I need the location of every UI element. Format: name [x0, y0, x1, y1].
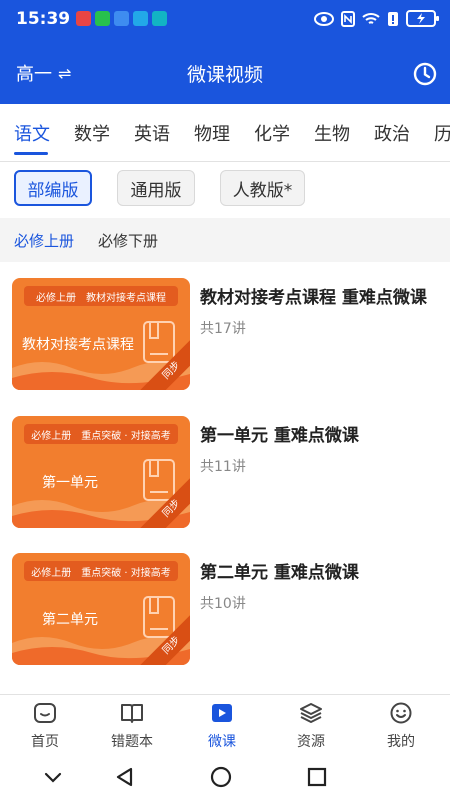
app-notification-icon: [114, 11, 129, 26]
course-title: 第二单元 重难点微课: [200, 563, 359, 583]
nav-label: 资源: [297, 734, 325, 750]
chevron-down-icon[interactable]: [42, 766, 64, 788]
wifi-icon: [362, 12, 380, 24]
edition-tongyong-button[interactable]: 通用版: [117, 170, 195, 206]
thumbnail-tag: 重点突破 · 对接高考: [81, 430, 171, 442]
volume-selector: 必修上册 必修下册: [0, 218, 450, 262]
subject-tabs: 语文 数学 英语 物理 化学 生物 政治 历: [0, 104, 450, 162]
thumbnail-tag: 重点突破 · 对接高考: [81, 567, 171, 579]
nav-label: 错题本: [111, 734, 153, 750]
edition-bubian-button[interactable]: 部编版: [14, 170, 92, 206]
history-clock-icon[interactable]: [412, 61, 438, 87]
lesson-count: 共17讲: [200, 321, 246, 337]
thumbnail-tags: 必修上册 重点突破 · 对接高考: [24, 424, 178, 444]
nav-microlessons[interactable]: 微课: [177, 701, 267, 755]
nav-home[interactable]: 首页: [0, 701, 90, 755]
nfc-icon: [341, 10, 355, 27]
app-notification-icon: [76, 11, 91, 26]
tab-history[interactable]: 历: [434, 120, 450, 146]
course-title: 第一单元 重难点微课: [200, 426, 359, 446]
thumbnail-tag: 必修上册: [36, 292, 76, 304]
recents-square-icon[interactable]: [306, 766, 328, 788]
signal-alert-icon: [388, 11, 398, 26]
page-title: 微课视频: [186, 64, 263, 86]
thumbnail-tag: 教材对接考点课程: [86, 292, 166, 304]
tab-biology[interactable]: 生物: [314, 120, 350, 146]
wechat-notification-icon: [95, 11, 110, 26]
home-icon: [34, 703, 56, 723]
system-icons: [314, 10, 439, 27]
system-navigation-bar: [0, 754, 450, 800]
volume-lower-tab[interactable]: 必修下册: [98, 230, 158, 251]
course-item[interactable]: 必修上册 重点突破 · 对接高考 第一单元 同步 第一单元 重难点微课 共11讲: [0, 416, 450, 548]
layers-icon: [300, 703, 322, 723]
nav-label: 我的: [387, 734, 415, 750]
app-header: 15:39 高一 ⇌ 微课视频: [0, 0, 450, 104]
course-thumbnail: 必修上册 重点突破 · 对接高考 第一单元 同步: [12, 416, 190, 528]
thumbnail-tag: 必修上册: [31, 567, 72, 579]
course-item[interactable]: 必修上册 重点突破 · 对接高考 第二单元 同步 第二单元 重难点微课 共10讲: [0, 553, 450, 685]
search-notification-icon: [152, 11, 167, 26]
tab-chinese[interactable]: 语文: [14, 120, 50, 146]
home-circle-icon[interactable]: [210, 766, 232, 788]
edition-selector: 部编版 通用版 人教版*: [0, 162, 450, 218]
thumbnail-title: 第一单元: [42, 475, 98, 491]
thumbnail-tags: 必修上册 重点突破 · 对接高考: [24, 561, 178, 581]
course-thumbnail: 必修上册 重点突破 · 对接高考 第二单元 同步: [12, 553, 190, 665]
battery-icon: [406, 10, 439, 27]
tab-english[interactable]: 英语: [134, 120, 170, 146]
tab-chemistry[interactable]: 化学: [254, 120, 290, 146]
nav-label: 首页: [31, 734, 59, 750]
tab-math[interactable]: 数学: [74, 120, 110, 146]
course-title: 教材对接考点课程 重难点微课: [200, 288, 427, 308]
lesson-count: 共11讲: [200, 459, 246, 475]
tab-politics[interactable]: 政治: [374, 120, 410, 146]
nav-profile[interactable]: 我的: [356, 701, 446, 755]
thumbnail-tags: 必修上册 教材对接考点课程: [24, 286, 178, 306]
thumbnail-title: 第二单元: [42, 612, 98, 628]
course-item[interactable]: 必修上册 教材对接考点课程 教材对接考点课程 同步 教材对接考点课程 重难点微课 …: [0, 278, 450, 410]
app-notification-icon: [133, 11, 148, 26]
status-bar: 15:39: [0, 0, 450, 40]
smiley-icon: [390, 702, 412, 724]
open-book-icon: [121, 704, 143, 723]
course-thumbnail: 必修上册 教材对接考点课程 教材对接考点课程 同步: [12, 278, 190, 390]
tab-physics[interactable]: 物理: [194, 120, 230, 146]
edition-renjiao-button[interactable]: 人教版*: [220, 170, 305, 206]
active-tab-indicator: [14, 152, 48, 155]
back-triangle-icon[interactable]: [114, 766, 136, 788]
nav-label: 微课: [208, 734, 236, 750]
eye-icon: [314, 11, 334, 26]
video-play-icon: [212, 704, 232, 722]
volume-upper-tab[interactable]: 必修上册: [14, 230, 74, 251]
bottom-navigation: 首页 错题本 微课 资源 我的: [0, 694, 450, 754]
nav-mistakes[interactable]: 错题本: [87, 701, 177, 755]
thumbnail-title: 教材对接考点课程: [22, 337, 134, 353]
lesson-count: 共10讲: [200, 596, 246, 612]
status-time: 15:39: [16, 9, 71, 29]
nav-resources[interactable]: 资源: [266, 701, 356, 755]
notification-icons: [76, 11, 167, 26]
nav-bar: 高一 ⇌ 微课视频: [0, 40, 450, 104]
thumbnail-tag: 必修上册: [31, 430, 72, 442]
